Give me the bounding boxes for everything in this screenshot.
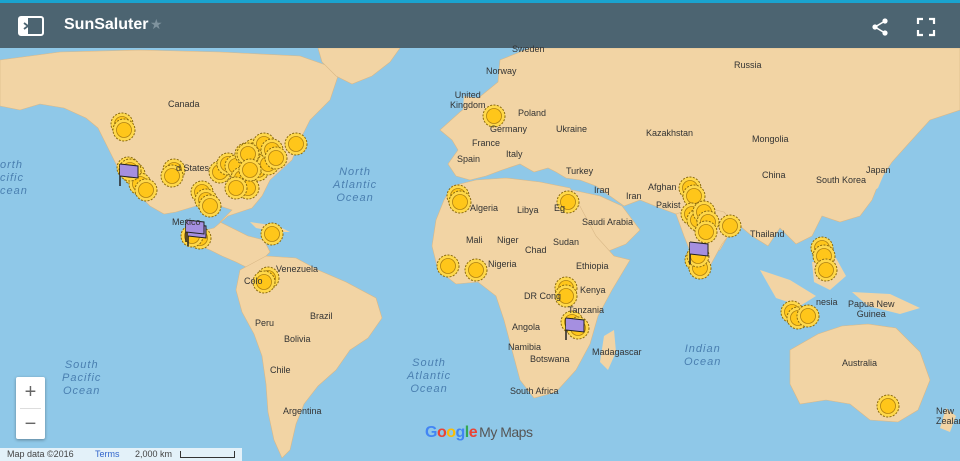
label-south-atlantic-ocean: South Atlantic Ocean — [407, 357, 452, 395]
label-thailand: Thailand — [750, 229, 785, 239]
zoom-in-button[interactable]: + — [16, 377, 45, 407]
label-turkey: Turkey — [566, 166, 594, 176]
map-title: SunSaluter — [64, 16, 149, 33]
label-tanzania: Tanzania — [568, 305, 605, 315]
label-egypt: Eg — [554, 203, 566, 213]
sun-marker-icon[interactable] — [238, 158, 262, 182]
label-south-korea: South Korea — [816, 175, 867, 185]
label-algeria: Algeria — [470, 203, 499, 213]
zoom-control: + − — [16, 377, 45, 439]
sun-marker-icon[interactable] — [284, 132, 308, 156]
label-papua-new-guinea: Papua New Guinea — [848, 299, 895, 319]
label-saudi-arabia: Saudi Arabia — [582, 217, 634, 227]
label-norway: Norway — [486, 66, 517, 76]
label-sweden: Sweden — [512, 44, 545, 54]
label-south-pacific-ocean: South Pacific Ocean — [62, 359, 102, 397]
label-namibia: Namibia — [508, 342, 542, 352]
label-united-states: d States — [176, 163, 210, 173]
google-my-maps-logo: Google My Maps — [425, 424, 533, 441]
label-pakistan: Pakist — [656, 200, 681, 210]
sun-marker-icon[interactable] — [260, 222, 284, 246]
sun-marker-icon[interactable] — [876, 394, 900, 418]
label-colombia: Colo — [244, 276, 263, 286]
sun-marker-icon[interactable] — [264, 146, 288, 170]
zoom-out-button[interactable]: − — [16, 409, 45, 439]
header-bar: SunSaluter ★ — [0, 3, 960, 48]
sun-marker-icon[interactable] — [814, 258, 838, 282]
sun-marker-icon[interactable] — [448, 190, 472, 214]
label-venezuela: Venezuela — [276, 264, 319, 274]
label-iran: Iran — [626, 191, 642, 201]
label-sudan: Sudan — [553, 237, 580, 247]
label-bolivia: Bolivia — [284, 334, 311, 344]
sun-marker-icon[interactable] — [436, 254, 460, 278]
label-chad: Chad — [525, 245, 547, 255]
label-afghanistan: Afghan — [648, 182, 677, 192]
sun-marker-icon[interactable] — [694, 220, 718, 244]
scale-bar — [180, 451, 235, 458]
label-united-kingdom: United Kingdom — [450, 90, 486, 110]
label-china: China — [762, 170, 786, 180]
label-chile: Chile — [270, 365, 291, 375]
label-mongolia: Mongolia — [752, 134, 789, 144]
label-kenya: Kenya — [580, 285, 606, 295]
sun-marker-icon[interactable] — [134, 178, 158, 202]
label-north-atlantic-ocean: North Atlantic Ocean — [333, 166, 378, 204]
label-peru: Peru — [255, 318, 275, 328]
share-icon[interactable] — [870, 17, 890, 37]
sun-marker-icon[interactable] — [718, 214, 742, 238]
label-botswana: Botswana — [530, 354, 570, 364]
label-madagascar: Madagascar — [592, 347, 642, 357]
label-mexico: Mexico — [172, 217, 201, 227]
label-north-pacific-ocean: orth cific cean — [0, 159, 28, 197]
map-data-attribution: Map data ©2016 — [7, 449, 74, 459]
label-dr-congo: DR Cong — [524, 291, 562, 301]
label-new-zealand: New Zealand — [936, 406, 960, 426]
map-footer: Map data ©2016 Terms 2,000 km — [0, 448, 242, 461]
my-maps-wordmark: My Maps — [479, 424, 533, 440]
label-kazakhstan: Kazakhstan — [646, 128, 694, 138]
label-spain: Spain — [457, 154, 481, 164]
label-south-africa: South Africa — [510, 386, 559, 396]
label-indian-ocean: Indian Ocean — [684, 343, 722, 368]
star-icon[interactable]: ★ — [150, 16, 163, 33]
label-australia: Australia — [842, 358, 878, 368]
label-libya: Libya — [517, 205, 539, 215]
scale-label: 2,000 km — [135, 449, 173, 459]
label-ukraine: Ukraine — [556, 124, 588, 134]
label-germany: Germany — [490, 124, 528, 134]
label-brazil: Brazil — [310, 311, 333, 321]
label-italy: Italy — [506, 149, 523, 159]
sun-marker-icon[interactable] — [224, 176, 248, 200]
label-ethiopia: Ethiopia — [576, 261, 609, 271]
sun-marker-icon[interactable] — [464, 258, 488, 282]
fullscreen-icon[interactable] — [916, 17, 936, 37]
label-canada: Canada — [168, 99, 200, 109]
sun-marker-icon[interactable] — [796, 304, 820, 328]
label-niger: Niger — [497, 235, 519, 245]
label-poland: Poland — [518, 108, 547, 118]
side-panel-icon[interactable] — [18, 15, 44, 37]
sun-marker-icon[interactable] — [198, 194, 222, 218]
label-nigeria: Nigeria — [488, 259, 517, 269]
label-mali: Mali — [466, 235, 483, 245]
label-indonesia: nesia — [816, 297, 838, 307]
terms-link[interactable]: Terms — [95, 449, 120, 459]
label-japan: Japan — [866, 165, 891, 175]
map-app: SunSaluter ★ Canada d States Mexico Vene… — [0, 0, 960, 461]
label-russia: Russia — [734, 60, 762, 70]
label-argentina: Argentina — [283, 406, 322, 416]
label-france: France — [472, 138, 501, 148]
sun-marker-icon[interactable] — [112, 118, 136, 142]
label-iraq: Iraq — [594, 185, 610, 195]
label-angola: Angola — [512, 322, 541, 332]
